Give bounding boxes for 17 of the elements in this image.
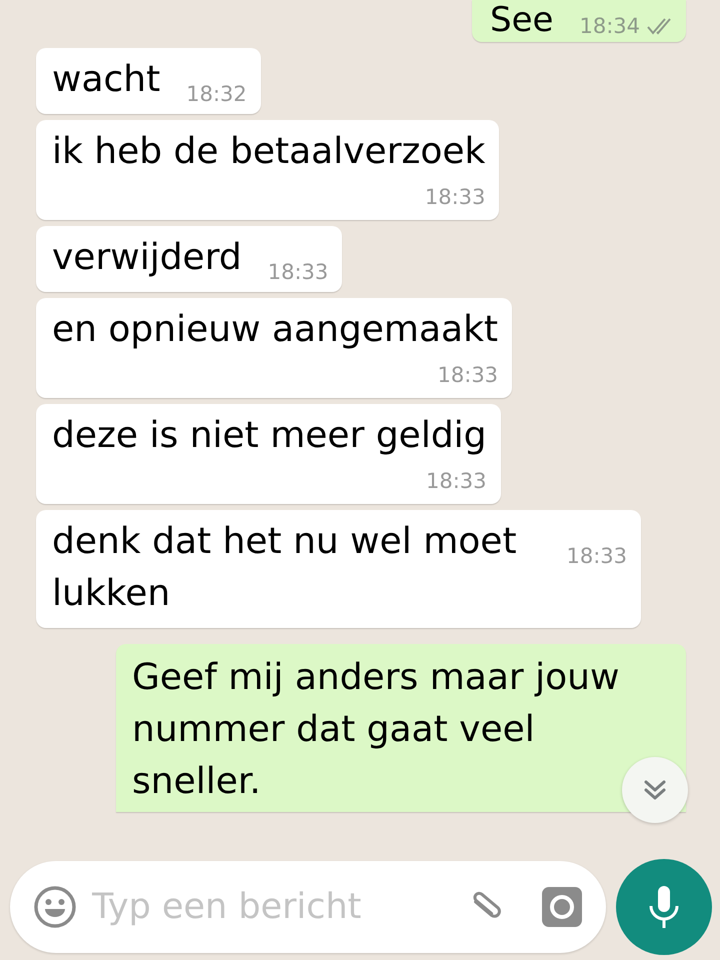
message-time: 18:34 bbox=[579, 14, 640, 38]
message-text: deze is niet meer geldig bbox=[52, 415, 487, 456]
message-text: verwijderd bbox=[52, 237, 242, 278]
camera-icon[interactable] bbox=[542, 887, 582, 927]
message-text: Geef mij anders maar jouw nummer dat gaat veel sneller. bbox=[132, 657, 620, 802]
message-time: 18:33 bbox=[424, 185, 486, 209]
message-text: See bbox=[490, 0, 554, 40]
message-time: 18:33 bbox=[438, 363, 498, 387]
message-time: 18:33 bbox=[566, 544, 627, 568]
message-text: wacht bbox=[52, 59, 160, 100]
message-text: ik heb de betaalverzoek bbox=[52, 131, 486, 172]
message-text: denk dat het nu wel moet lukken bbox=[52, 521, 517, 614]
message-time: 18:33 bbox=[426, 469, 487, 493]
message-time: 18:33 bbox=[268, 260, 328, 284]
smiley-icon[interactable] bbox=[32, 884, 78, 930]
message-time: 18:32 bbox=[186, 82, 247, 106]
message-text: en opnieuw aangemaakt bbox=[52, 309, 498, 350]
